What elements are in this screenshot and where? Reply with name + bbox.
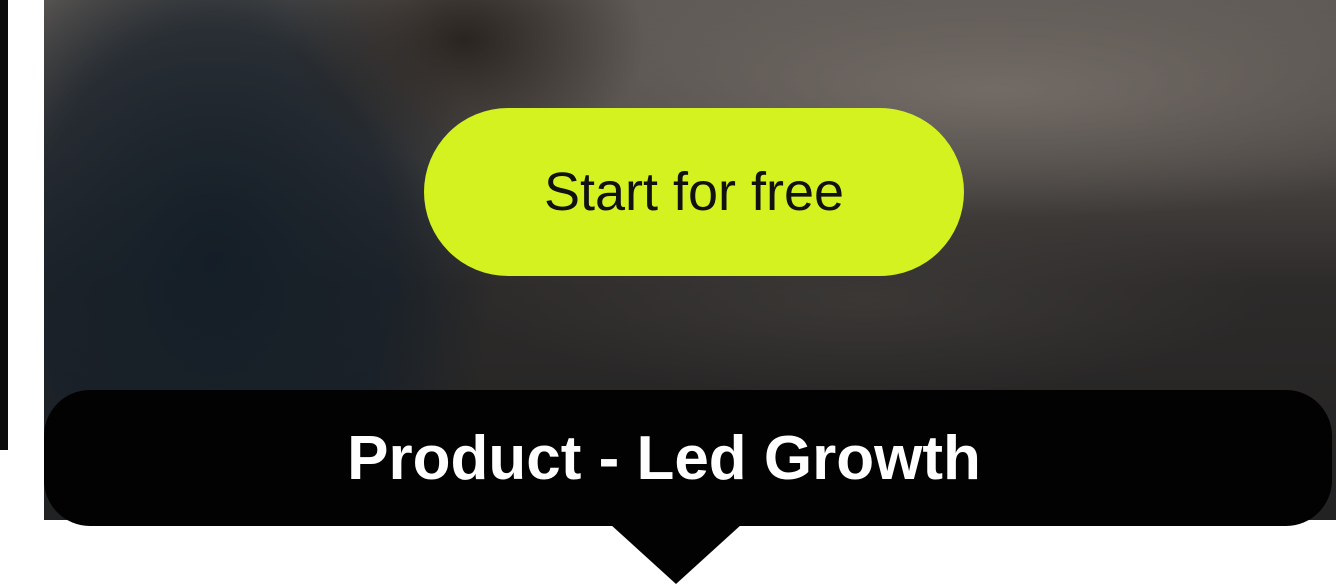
callout-banner: Product - Led Growth [44,390,1332,526]
callout-pointer-arrow [610,524,742,584]
banner-title: Product - Led Growth [347,423,981,493]
left-edge-panel [0,0,8,450]
start-for-free-button[interactable]: Start for free [424,108,964,276]
page-canvas: Start for free Product - Led Growth [0,0,1336,586]
